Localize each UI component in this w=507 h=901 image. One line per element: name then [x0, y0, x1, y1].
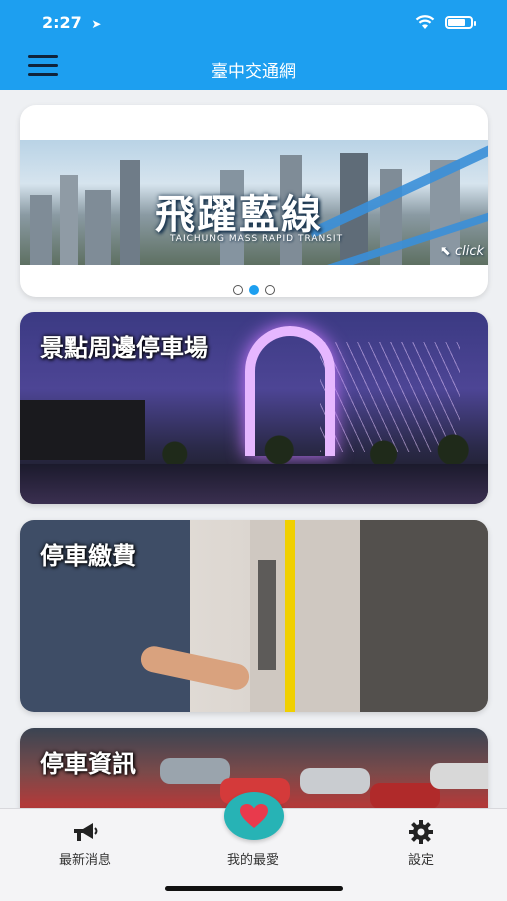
click-hint: ⬉ click	[440, 244, 484, 259]
tab-news-label: 最新消息	[58, 853, 111, 868]
carousel-slide[interactable]: 飛躍藍線 TAICHUNG MASS RAPID TRANSIT ⬉ click	[20, 140, 488, 265]
parking-payment-label: 停車繳費	[40, 542, 136, 570]
tab-settings-label: 設定	[407, 853, 434, 868]
home-indicator	[165, 886, 343, 891]
carousel-dot-3[interactable]	[265, 285, 275, 295]
click-hint-text: click	[454, 244, 484, 259]
gear-icon	[409, 820, 433, 844]
megaphone-icon	[74, 823, 98, 841]
banner-subtitle: TAICHUNG MASS RAPID TRANSIT	[170, 234, 344, 244]
parking-payment-card[interactable]: 停車繳費	[20, 520, 488, 712]
favorites-button[interactable]	[224, 792, 284, 840]
banner-carousel[interactable]: 飛躍藍線 TAICHUNG MASS RAPID TRANSIT ⬉ click	[20, 105, 488, 297]
cursor-icon: ⬉	[439, 244, 451, 259]
scenic-parking-card[interactable]: 景點周邊停車場	[20, 312, 488, 504]
carousel-pagination	[20, 285, 488, 295]
location-arrow-icon: ➤	[91, 17, 102, 31]
parking-info-label: 停車資訊	[40, 750, 136, 778]
carousel-dot-2[interactable]	[249, 285, 259, 295]
tab-favorites-label: 我的最愛	[226, 853, 279, 868]
banner-title: 飛躍藍線	[155, 191, 323, 238]
status-time-text: 2:27	[42, 13, 82, 32]
scenic-parking-label: 景點周邊停車場	[40, 334, 208, 362]
battery-icon	[445, 15, 476, 29]
carousel-dot-1[interactable]	[233, 285, 243, 295]
app-header: 2:27 ➤ 臺中交通網	[0, 0, 507, 90]
tab-settings[interactable]: 設定	[376, 819, 466, 868]
page-title: 臺中交通網	[211, 62, 296, 82]
wifi-icon	[415, 15, 435, 29]
status-time: 2:27 ➤	[42, 13, 101, 32]
tab-news[interactable]: 最新消息	[40, 819, 130, 868]
status-icons	[415, 14, 476, 30]
heart-icon	[240, 804, 268, 828]
